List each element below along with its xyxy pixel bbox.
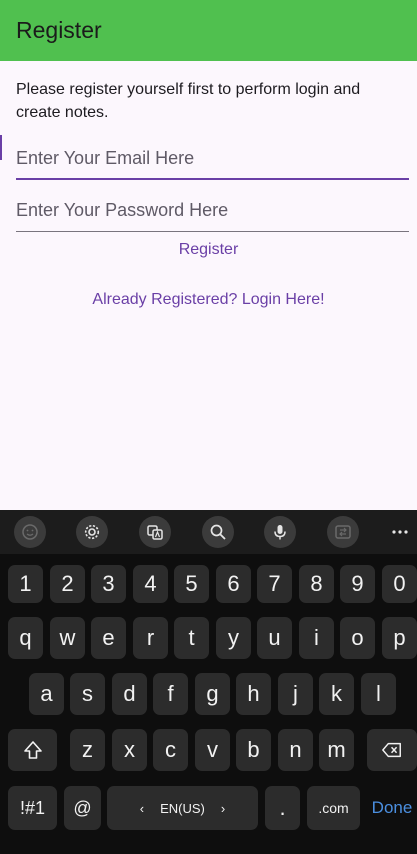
key-e[interactable]: e bbox=[91, 617, 126, 659]
key-f[interactable]: f bbox=[153, 673, 188, 715]
symbols-key[interactable]: !#1 bbox=[8, 786, 57, 830]
key-a[interactable]: a bbox=[29, 673, 64, 715]
page-title: Register bbox=[16, 17, 102, 43]
email-field[interactable] bbox=[16, 130, 409, 180]
key-x[interactable]: x bbox=[112, 729, 147, 771]
key-s[interactable]: s bbox=[70, 673, 105, 715]
key-z[interactable]: z bbox=[70, 729, 105, 771]
language-label: EN(US) bbox=[160, 800, 205, 816]
key-m[interactable]: m bbox=[319, 729, 354, 771]
at-key[interactable]: @ bbox=[64, 786, 101, 830]
emoji-icon[interactable] bbox=[14, 516, 46, 548]
key-4[interactable]: 4 bbox=[133, 565, 168, 603]
register-form: Please register yourself first to perfor… bbox=[0, 61, 417, 510]
chevron-right-icon: › bbox=[220, 800, 226, 816]
keyboard-toolbar bbox=[0, 510, 417, 554]
microphone-icon[interactable] bbox=[264, 516, 296, 548]
key-l[interactable]: l bbox=[361, 673, 396, 715]
key-p[interactable]: p bbox=[382, 617, 417, 659]
register-button[interactable]: Register bbox=[0, 241, 417, 259]
settings-icon[interactable] bbox=[76, 516, 108, 548]
intro-text: Please register yourself first to perfor… bbox=[16, 81, 361, 121]
key-k[interactable]: k bbox=[319, 673, 354, 715]
login-link[interactable]: Already Registered? Login Here! bbox=[0, 291, 417, 309]
key-c[interactable]: c bbox=[153, 729, 188, 771]
key-u[interactable]: u bbox=[257, 617, 292, 659]
key-o[interactable]: o bbox=[340, 617, 375, 659]
key-2[interactable]: 2 bbox=[50, 565, 85, 603]
key-5[interactable]: 5 bbox=[174, 565, 209, 603]
key-t[interactable]: t bbox=[174, 617, 209, 659]
text-cursor bbox=[0, 135, 2, 160]
onscreen-keyboard: 1 2 3 4 5 6 7 8 9 0 q w e r t y u i o p … bbox=[0, 510, 417, 854]
key-n[interactable]: n bbox=[278, 729, 313, 771]
key-0[interactable]: 0 bbox=[382, 565, 417, 603]
key-3[interactable]: 3 bbox=[91, 565, 126, 603]
key-i[interactable]: i bbox=[299, 617, 334, 659]
key-7[interactable]: 7 bbox=[257, 565, 292, 603]
key-y[interactable]: y bbox=[216, 617, 251, 659]
password-input[interactable] bbox=[16, 182, 409, 231]
key-j[interactable]: j bbox=[278, 673, 313, 715]
done-key[interactable]: Done bbox=[367, 786, 417, 830]
key-r[interactable]: r bbox=[133, 617, 168, 659]
backspace-key[interactable] bbox=[367, 729, 417, 771]
more-icon[interactable] bbox=[388, 520, 412, 544]
shift-key[interactable] bbox=[8, 729, 57, 771]
key-8[interactable]: 8 bbox=[299, 565, 334, 603]
search-icon[interactable] bbox=[202, 516, 234, 548]
translate-icon[interactable] bbox=[139, 516, 171, 548]
key-b[interactable]: b bbox=[236, 729, 271, 771]
period-key[interactable]: . bbox=[265, 786, 300, 830]
key-d[interactable]: d bbox=[112, 673, 147, 715]
key-6[interactable]: 6 bbox=[216, 565, 251, 603]
key-h[interactable]: h bbox=[236, 673, 271, 715]
key-g[interactable]: g bbox=[195, 673, 230, 715]
app-bar: Register bbox=[0, 0, 417, 61]
chevron-left-icon: ‹ bbox=[139, 800, 145, 816]
backspace-icon bbox=[382, 742, 401, 758]
spacebar[interactable]: ‹ EN(US) › bbox=[107, 786, 258, 830]
key-9[interactable]: 9 bbox=[340, 565, 375, 603]
key-1[interactable]: 1 bbox=[8, 565, 43, 603]
password-field[interactable] bbox=[16, 182, 409, 232]
mode-switch-icon[interactable] bbox=[327, 516, 359, 548]
key-w[interactable]: w bbox=[50, 617, 85, 659]
email-input[interactable] bbox=[16, 130, 409, 178]
dotcom-key[interactable]: .com bbox=[307, 786, 360, 830]
key-q[interactable]: q bbox=[8, 617, 43, 659]
shift-icon bbox=[23, 741, 42, 759]
key-v[interactable]: v bbox=[195, 729, 230, 771]
